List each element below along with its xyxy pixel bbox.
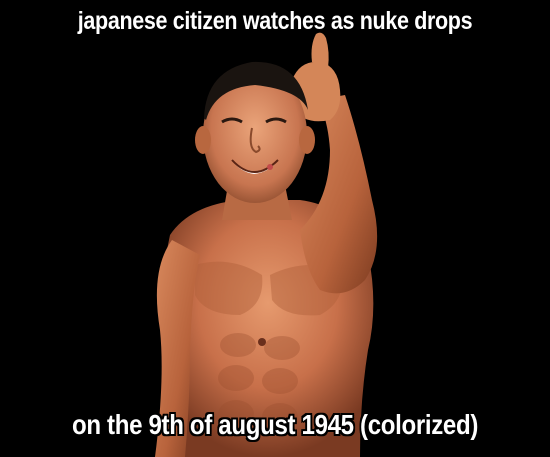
meme-top-caption: japanese citizen watches as nuke drops — [77, 7, 473, 35]
meme-bottom-caption: on the 9th of august 1945 (colorized) — [71, 409, 479, 440]
meme-canvas: japanese citizen watches as nuke drops o… — [0, 0, 550, 457]
meme-photo — [0, 0, 550, 457]
